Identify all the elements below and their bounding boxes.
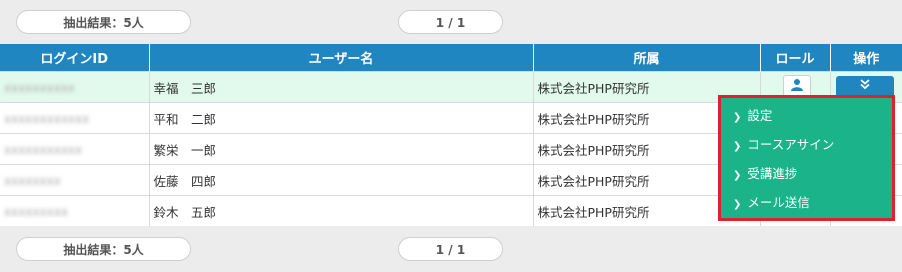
operation-dropdown-menu: ❯ 設定 ❯ コースアサイン ❯ 受講進捗 ❯ メール送信: [718, 95, 895, 221]
login-id-cell: xxxxxxxxx: [0, 195, 149, 226]
login-id-cell: xxxxxxxxxxxx: [0, 102, 149, 134]
col-organization[interactable]: 所属: [532, 44, 760, 72]
login-id-cell: xxxxxxxxxx: [0, 71, 149, 103]
page-indicator: 1 / 1: [398, 10, 503, 34]
chevron-right-icon: ❯: [733, 112, 742, 123]
chevron-double-down-icon: [859, 79, 870, 90]
login-id-redacted: xxxxxxxxxxxx: [4, 111, 90, 126]
user-name-cell: 佐藤 四郎: [148, 164, 533, 196]
menu-item-settings[interactable]: ❯ 設定: [721, 101, 892, 130]
top-summary-bar: 抽出結果：5人 1 / 1: [0, 0, 902, 40]
login-id-redacted: xxxxxxxxxxx: [4, 142, 83, 157]
col-operation: 操作: [829, 44, 902, 72]
table-header-row: ログインID ユーザー名 所属 ロール 操作: [0, 44, 902, 72]
chevron-right-icon: ❯: [733, 170, 742, 181]
menu-item-progress[interactable]: ❯ 受講進捗: [721, 159, 892, 188]
user-name-cell: 幸福 三郎: [148, 71, 533, 103]
menu-item-label: 受講進捗: [747, 166, 798, 181]
chevron-right-icon: ❯: [733, 141, 742, 152]
chevron-right-icon: ❯: [733, 199, 742, 210]
page-indicator: 1 / 1: [398, 237, 503, 261]
col-role: ロール: [759, 44, 830, 72]
menu-item-label: 設定: [747, 108, 773, 123]
login-id-cell: xxxxxxxx: [0, 164, 149, 196]
result-count: 抽出結果：5人: [16, 237, 191, 261]
menu-item-label: コースアサイン: [747, 137, 835, 152]
user-name-cell: 平和 二郎: [148, 102, 533, 134]
menu-item-send-mail[interactable]: ❯ メール送信: [721, 188, 892, 217]
menu-item-course-assign[interactable]: ❯ コースアサイン: [721, 130, 892, 159]
login-id-redacted: xxxxxxxxxx: [4, 80, 76, 95]
col-login-id[interactable]: ログインID: [0, 44, 149, 72]
login-id-redacted: xxxxxxxxx: [4, 204, 68, 219]
bottom-summary-bar: 抽出結果：5人 1 / 1: [0, 230, 902, 272]
result-count: 抽出結果：5人: [16, 10, 191, 34]
user-icon: [790, 79, 803, 91]
user-name-cell: 鈴木 五郎: [148, 195, 533, 226]
login-id-cell: xxxxxxxxxxx: [0, 133, 149, 165]
col-user-name[interactable]: ユーザー名: [148, 44, 533, 72]
menu-item-label: メール送信: [747, 195, 810, 210]
login-id-redacted: xxxxxxxx: [4, 173, 61, 188]
user-name-cell: 繁栄 一郎: [148, 133, 533, 165]
